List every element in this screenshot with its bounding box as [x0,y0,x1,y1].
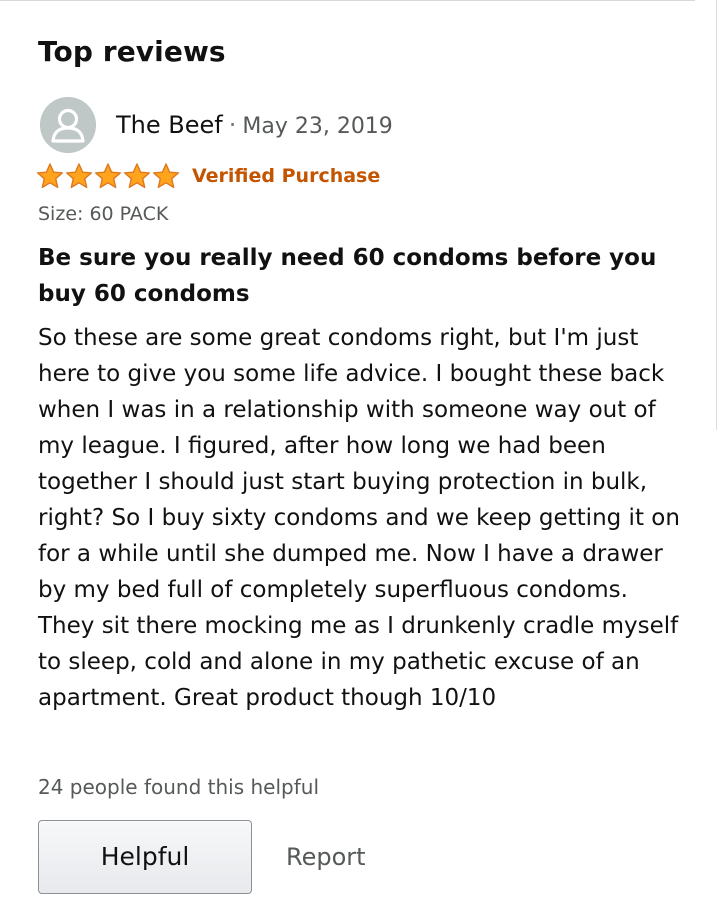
star-icon [94,163,122,189]
verified-purchase-badge: Verified Purchase [192,165,381,187]
star-icon [36,163,64,189]
review-body: So these are some great condoms right, b… [38,325,680,711]
star-icon [152,163,180,189]
right-divider [716,0,717,430]
star-icon [65,163,93,189]
report-link[interactable]: Report [286,840,366,874]
star-icon [123,163,151,189]
helpful-count: 24 people found this helpful [38,775,319,799]
helpful-button[interactable]: Helpful [38,820,252,894]
user-avatar-icon [40,97,96,153]
top-divider [0,0,695,1]
review-title: Be sure you really need 60 condoms befor… [38,245,657,307]
review-date: May 23, 2019 [242,114,393,139]
section-title: Top reviews [38,35,226,68]
product-size: Size: 60 PACK [38,203,169,225]
star-rating [36,162,180,190]
review-author[interactable]: The Beef [116,111,223,139]
author-date-separator: · [228,111,237,139]
review-author-line: The Beef · May 23, 2019 [116,108,393,145]
